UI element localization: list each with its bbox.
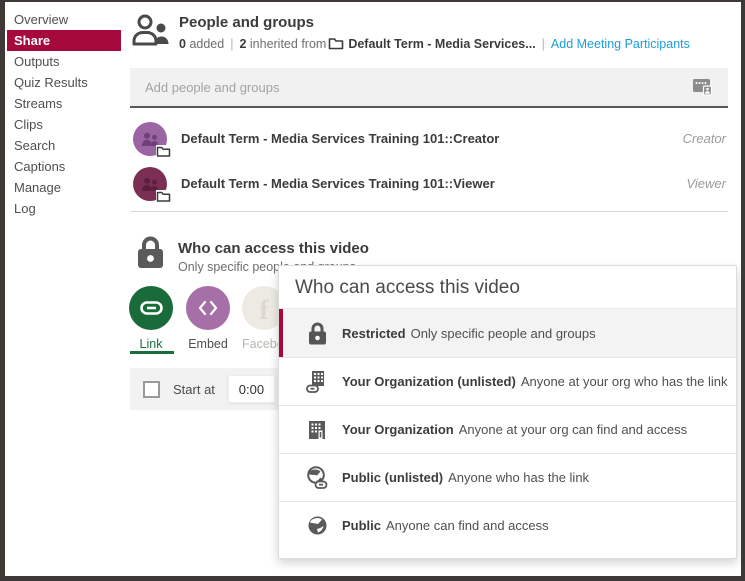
sidebar-item-streams[interactable]: Streams: [7, 93, 121, 114]
sidebar-item-share[interactable]: Share: [7, 30, 121, 51]
sidebar-item-search[interactable]: Search: [7, 135, 121, 156]
add-people-search-box: [130, 68, 728, 108]
add-people-input[interactable]: [130, 80, 690, 95]
globe-icon: [304, 515, 330, 536]
folder-badge-icon: [156, 145, 171, 158]
globe-link-icon: [304, 466, 330, 490]
option-description: Anyone who has the link: [448, 470, 589, 485]
sidebar-item-overview[interactable]: Overview: [7, 9, 121, 30]
people-and-groups-title: People and groups: [179, 14, 314, 31]
group-row-viewer[interactable]: Default Term - Media Services Training 1…: [130, 161, 728, 206]
access-section-title: Who can access this video: [178, 240, 369, 257]
start-at-checkbox[interactable]: [143, 381, 160, 398]
inherited-count: 2: [239, 37, 246, 51]
embed-code-icon: [186, 286, 230, 330]
access-dialog: Who can access this video Restricted Only…: [278, 265, 737, 559]
group-avatar: [133, 167, 167, 201]
access-option-restricted[interactable]: Restricted Only specific people and group…: [279, 309, 736, 357]
group-avatar: [133, 122, 167, 156]
sidebar-item-manage[interactable]: Manage: [7, 177, 121, 198]
inherited-groups-list: Default Term - Media Services Training 1…: [130, 116, 728, 206]
added-count: 0: [179, 37, 186, 51]
access-option-public[interactable]: Public Anyone can find and access: [279, 501, 736, 549]
sidebar-item-quiz-results[interactable]: Quiz Results: [7, 72, 121, 93]
access-dialog-title: Who can access this video: [279, 266, 736, 309]
divider: [130, 211, 728, 212]
option-description: Only specific people and groups: [411, 326, 596, 341]
tab-link-label: Link: [129, 337, 173, 351]
people-and-groups-icon: [131, 13, 169, 54]
option-description: Anyone at your org who has the link: [521, 374, 728, 389]
option-name: Public (unlisted): [342, 470, 443, 485]
sidebar-item-outputs[interactable]: Outputs: [7, 51, 121, 72]
dialog-footer: [279, 549, 736, 558]
option-name: Restricted: [342, 326, 406, 341]
people-and-groups-meta: 0 added|2 inherited fromDefault Term - M…: [179, 37, 690, 53]
access-option-public-unlisted[interactable]: Public (unlisted) Anyone who has the link: [279, 453, 736, 501]
tab-embed-label: Embed: [186, 337, 230, 351]
folder-icon: [328, 39, 344, 53]
group-role: Viewer: [686, 176, 726, 191]
add-meeting-participants-link[interactable]: Add Meeting Participants: [551, 37, 690, 51]
lock-icon: [304, 321, 330, 346]
group-role: Creator: [683, 131, 726, 146]
share-panel: Overview Share Outputs Quiz Results Stre…: [0, 0, 745, 581]
option-name: Your Organization: [342, 422, 454, 437]
sidebar-item-clips[interactable]: Clips: [7, 114, 121, 135]
option-name: Public: [342, 518, 381, 533]
start-at-label: Start at: [173, 382, 215, 397]
group-name: Default Term - Media Services Training 1…: [181, 131, 683, 146]
sidebar-item-captions[interactable]: Captions: [7, 156, 121, 177]
option-description: Anyone can find and access: [386, 518, 549, 533]
link-icon: [129, 286, 173, 330]
group-name: Default Term - Media Services Training 1…: [181, 176, 686, 191]
folder-badge-icon: [156, 190, 171, 203]
tab-embed[interactable]: Embed: [186, 286, 230, 351]
organization-icon: [304, 419, 330, 441]
lock-icon: [135, 234, 166, 275]
inherited-label: inherited from: [250, 37, 326, 51]
option-name: Your Organization (unlisted): [342, 374, 516, 389]
active-tab-underline: [130, 351, 174, 354]
sidebar-item-log[interactable]: Log: [7, 198, 121, 219]
group-row-creator[interactable]: Default Term - Media Services Training 1…: [130, 116, 728, 161]
inherited-source: Default Term - Media Services...: [348, 37, 535, 51]
sidebar: Overview Share Outputs Quiz Results Stre…: [5, 9, 130, 219]
access-option-org[interactable]: Your Organization Anyone at your org can …: [279, 405, 736, 453]
start-at-time-field[interactable]: 0:00: [228, 375, 275, 403]
organization-link-icon: [304, 370, 330, 394]
address-book-icon[interactable]: [690, 75, 716, 99]
tab-link[interactable]: Link: [129, 286, 173, 351]
option-description: Anyone at your org can find and access: [459, 422, 687, 437]
added-label: added: [189, 37, 224, 51]
access-option-org-unlisted[interactable]: Your Organization (unlisted) Anyone at yo…: [279, 357, 736, 405]
